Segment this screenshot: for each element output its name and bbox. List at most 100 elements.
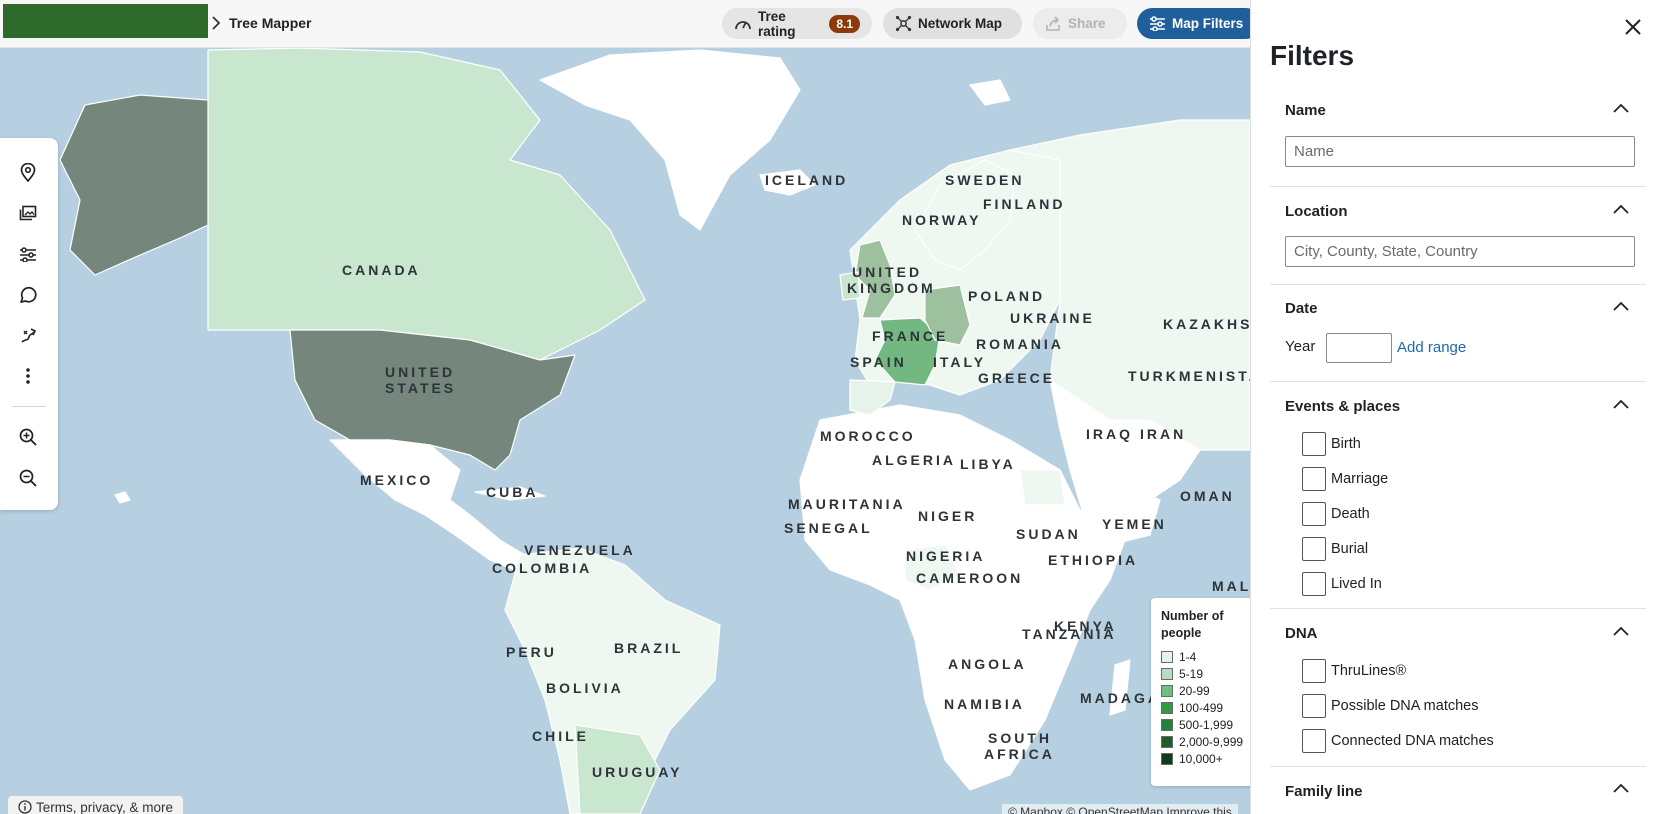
date-heading[interactable]: Date	[1285, 300, 1318, 317]
place-label-iraq: IRAQ	[1086, 426, 1133, 442]
checkbox[interactable]	[1302, 572, 1326, 596]
location-pin-icon[interactable]	[17, 161, 39, 183]
year-label: Year	[1285, 338, 1316, 355]
place-label-norway: NORWAY	[902, 212, 982, 228]
place-label-finland: FINLAND	[983, 196, 1066, 212]
legend-swatch	[1161, 650, 1173, 663]
place-label-namibia: NAMIBIA	[944, 696, 1025, 712]
checkbox[interactable]	[1302, 659, 1326, 683]
region-hawaii	[114, 491, 131, 504]
region-madagascar	[1109, 659, 1131, 716]
location-heading[interactable]: Location	[1285, 203, 1348, 220]
name-section: Name	[1270, 86, 1646, 186]
place-label-senegal: SENEGAL	[784, 520, 873, 536]
place-label-iceland: ICELAND	[765, 172, 849, 188]
region-alaska	[59, 94, 209, 276]
checkbox[interactable]	[1302, 537, 1326, 561]
route-icon[interactable]	[17, 325, 39, 347]
name-input[interactable]	[1285, 136, 1635, 167]
legend-swatch	[1161, 735, 1173, 748]
legend-item: 500-1,999	[1161, 716, 1251, 733]
dna-option-possible-matches[interactable]: Possible DNA matches	[1302, 694, 1478, 718]
more-vertical-icon[interactable]	[17, 365, 39, 387]
sliders-icon[interactable]	[17, 243, 39, 265]
place-label-uruguay: URUGUAY	[592, 764, 683, 780]
dna-heading[interactable]: DNA	[1285, 625, 1318, 642]
breadcrumb-title[interactable]: Tree Mapper	[229, 15, 311, 31]
choropleth-map[interactable]: ICELAND SWEDEN FINLAND NORWAY CANADA UNI…	[0, 48, 1250, 814]
chevron-up-icon[interactable]	[1612, 398, 1630, 410]
legend-label: 2,000-9,999	[1179, 734, 1244, 749]
event-option-birth[interactable]: Birth	[1302, 432, 1361, 456]
events-heading[interactable]: Events & places	[1285, 398, 1400, 415]
terms-link[interactable]: Terms, privacy, & more	[8, 796, 184, 814]
network-map-label: Network Map	[918, 16, 1003, 31]
dna-option-thrulines[interactable]: ThruLines®	[1302, 659, 1406, 683]
zoom-in-icon[interactable]	[17, 426, 39, 448]
photos-icon[interactable]	[17, 202, 39, 224]
map-filters-button[interactable]: Map Filters	[1137, 8, 1261, 39]
family-line-heading[interactable]: Family line	[1285, 783, 1363, 800]
legend-swatch	[1161, 752, 1173, 765]
place-label-tanzania: TANZANIA	[1022, 626, 1117, 642]
place-label-cameroon: CAMEROON	[916, 570, 1024, 586]
event-option-death[interactable]: Death	[1302, 502, 1370, 526]
place-label-venezuela: VENEZUELA	[524, 542, 636, 558]
event-option-burial[interactable]: Burial	[1302, 537, 1368, 561]
legend-label: 10,000+	[1179, 751, 1223, 766]
event-option-marriage[interactable]: Marriage	[1302, 467, 1388, 491]
top-bar: Tree Mapper Tree rating 8.1 Network Map …	[0, 0, 1261, 48]
legend-label: 500-1,999	[1179, 717, 1234, 732]
brand-logo[interactable]	[3, 4, 208, 38]
chevron-right-icon	[212, 16, 220, 30]
place-label-cuba: CUBA	[486, 484, 539, 500]
place-label-bolivia: BOLIVIA	[546, 680, 624, 696]
tree-rating-button[interactable]: Tree rating 8.1	[722, 8, 872, 39]
share-button[interactable]: Share	[1033, 8, 1127, 39]
legend-swatch	[1161, 667, 1173, 680]
zoom-out-icon[interactable]	[17, 467, 39, 489]
chevron-up-icon[interactable]	[1612, 300, 1630, 312]
place-label-italy: ITALY	[933, 354, 987, 370]
add-range-link[interactable]: Add range	[1397, 339, 1466, 356]
dna-option-connected-matches[interactable]: Connected DNA matches	[1302, 729, 1494, 753]
chevron-up-icon[interactable]	[1612, 625, 1630, 637]
checkbox[interactable]	[1302, 432, 1326, 456]
checkbox[interactable]	[1302, 502, 1326, 526]
speech-bubble-icon[interactable]	[17, 284, 39, 306]
share-label: Share	[1068, 16, 1106, 31]
chevron-up-icon[interactable]	[1612, 782, 1630, 794]
place-label-canada: CANADA	[342, 262, 421, 278]
map-legend: Number of people 1-4 5-19 20-99 100-499 500-…	[1151, 598, 1261, 786]
place-label-united: UNITED	[852, 264, 923, 280]
network-map-button[interactable]: Network Map	[883, 8, 1022, 39]
legend-swatch	[1161, 718, 1173, 731]
map-attribution[interactable]: © Mapbox © OpenStreetMap Improve this	[1002, 804, 1238, 814]
legend-swatch	[1161, 701, 1173, 714]
place-label-mexico: MEXICO	[360, 472, 434, 488]
region-egypt	[1019, 469, 1066, 506]
place-label-libya: LIBYA	[960, 456, 1016, 472]
filters-panel: Filters Name Location Date Year Add rang…	[1250, 0, 1656, 814]
place-label-morocco: MOROCCO	[820, 428, 916, 444]
legend-items: 1-4 5-19 20-99 100-499 500-1,999 2,000-9,999 1…	[1161, 648, 1251, 767]
name-heading[interactable]: Name	[1285, 102, 1326, 119]
place-label-ukraine: UKRAINE	[1010, 310, 1095, 326]
location-input[interactable]	[1285, 236, 1635, 267]
chevron-up-icon[interactable]	[1612, 203, 1630, 215]
event-option-lived-in[interactable]: Lived In	[1302, 572, 1382, 596]
map-toolbar	[0, 138, 58, 510]
place-label-united-states-2: STATES	[385, 380, 457, 396]
place-label-greece: GREECE	[978, 370, 1056, 386]
checkbox[interactable]	[1302, 694, 1326, 718]
legend-item: 1-4	[1161, 648, 1251, 665]
place-label-ethiopia: ETHIOPIA	[1048, 552, 1139, 568]
checkbox[interactable]	[1302, 729, 1326, 753]
chevron-up-icon[interactable]	[1612, 102, 1630, 114]
year-input[interactable]	[1326, 333, 1392, 363]
terms-label: Terms, privacy, & more	[36, 799, 174, 814]
checkbox[interactable]	[1302, 467, 1326, 491]
tree-rating-badge: 8.1	[829, 14, 860, 33]
place-label-africa: AFRICA	[984, 746, 1055, 762]
close-icon[interactable]	[1623, 17, 1643, 37]
